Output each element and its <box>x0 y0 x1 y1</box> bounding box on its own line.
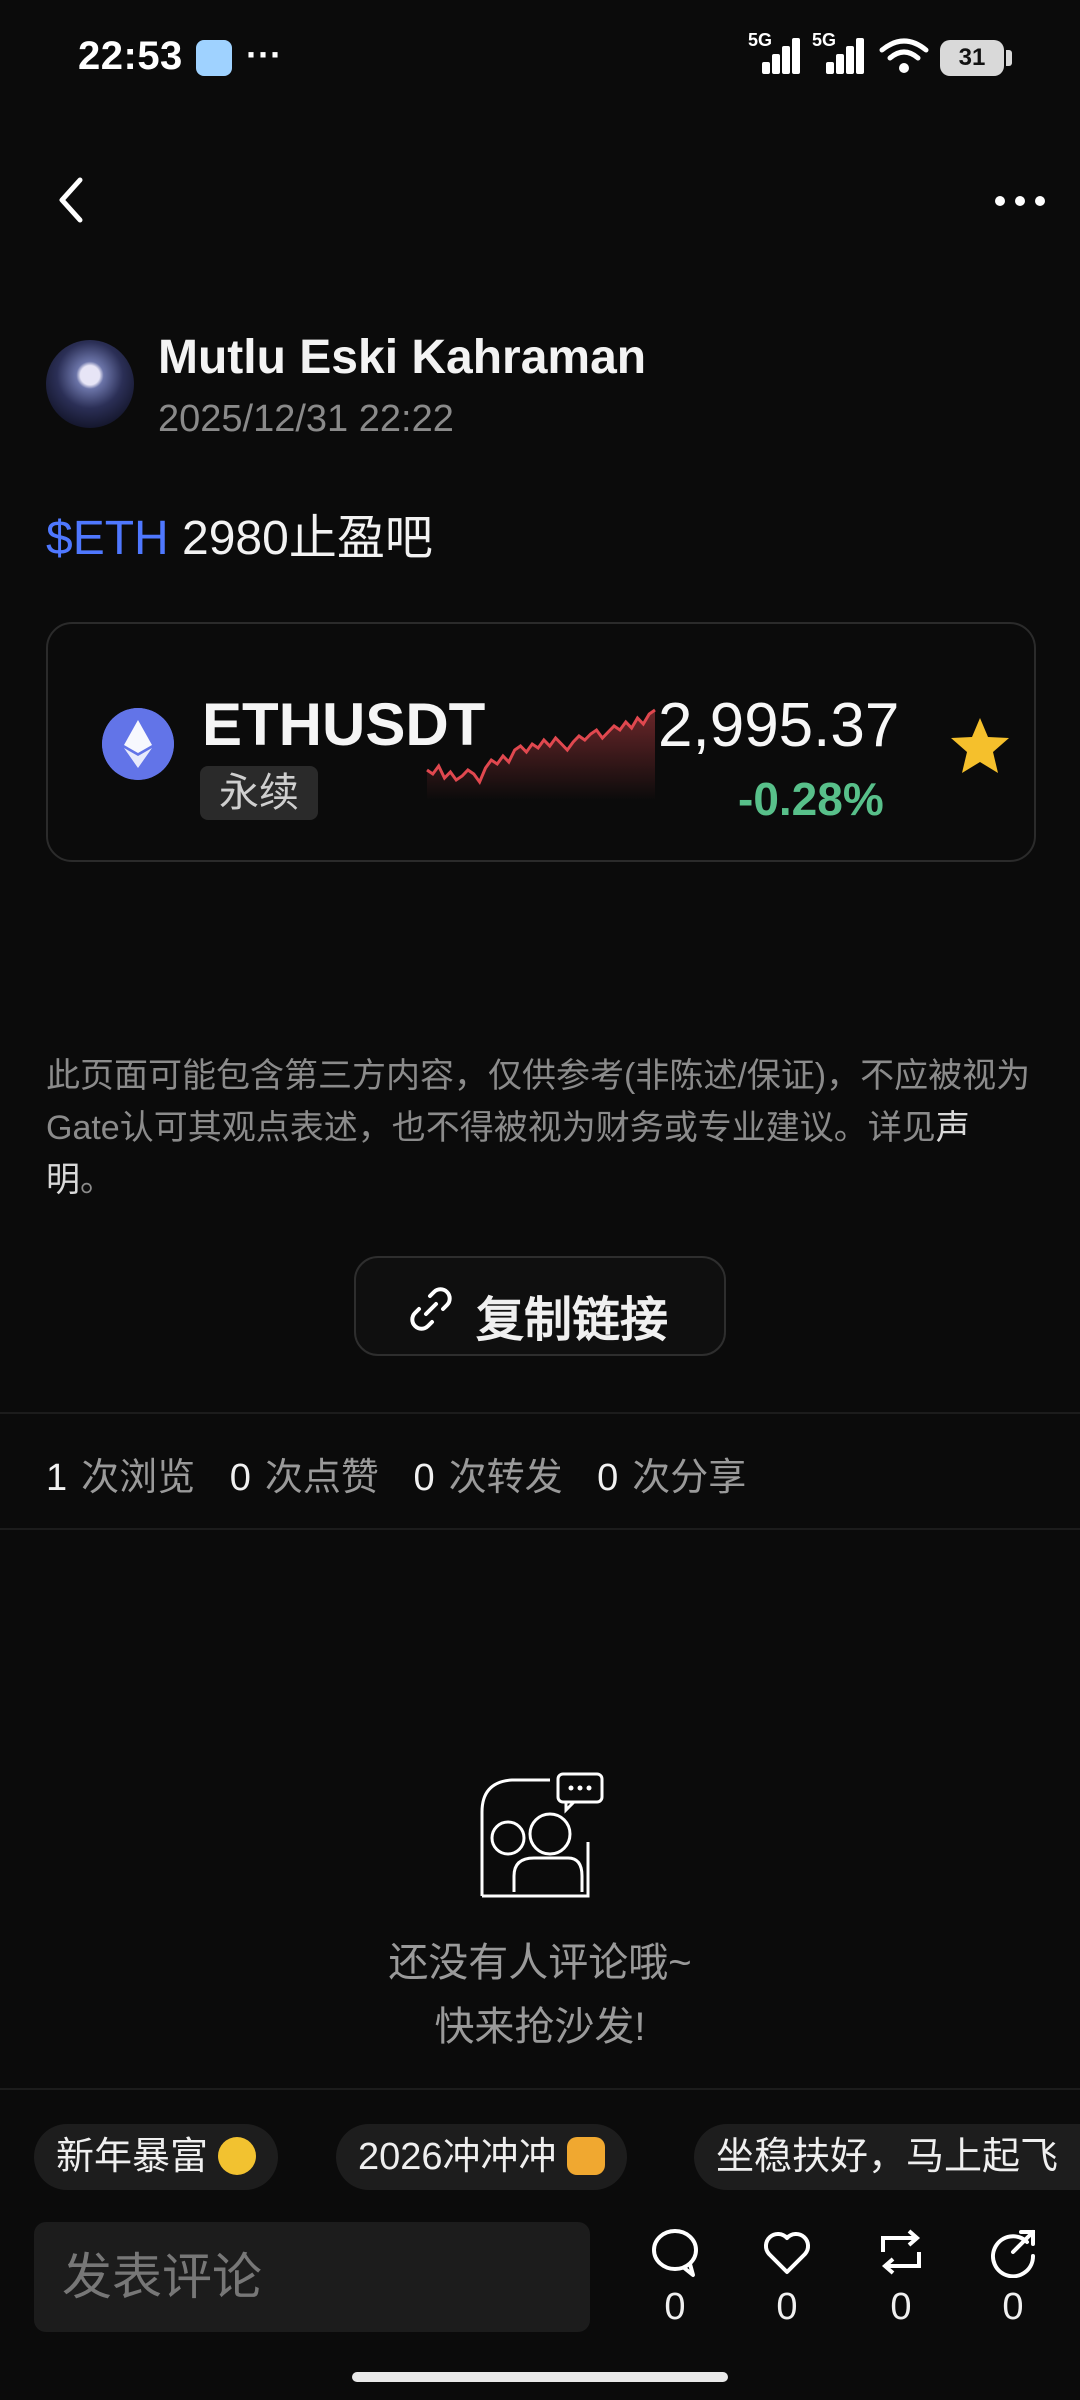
stat-shares: 0 次分享 <box>597 1457 747 1499</box>
signal-icon-1: 5G <box>748 30 800 74</box>
like-action[interactable]: 0 <box>752 2226 822 2336</box>
wifi-icon <box>879 38 929 73</box>
author-name[interactable]: Mutlu Eski Kahraman <box>158 330 646 385</box>
price-sparkline <box>426 708 656 800</box>
ethereum-icon <box>102 708 174 780</box>
quick-reply-chip[interactable]: 新年暴富 <box>34 2124 279 2190</box>
fist-icon <box>566 2137 605 2175</box>
more-options-icon[interactable] <box>990 176 1050 226</box>
comment-action[interactable]: 0 <box>640 2226 710 2336</box>
app-notification-icon <box>196 40 232 76</box>
divider <box>0 1412 1080 1414</box>
stat-views: 1 次浏览 <box>46 1457 196 1499</box>
ticker-tag-link[interactable]: $ETH <box>46 512 169 565</box>
repost-action[interactable]: 0 <box>866 2226 936 2336</box>
ticker-change: -0.28% <box>738 773 884 825</box>
copy-link-button[interactable]: 复制链接 <box>354 1256 726 1356</box>
share-icon <box>991 2230 1036 2278</box>
back-button[interactable] <box>50 170 90 230</box>
stat-reposts: 0 次转发 <box>413 1457 563 1499</box>
empty-comments-text: 还没有人评论哦~ <box>388 1941 692 1985</box>
signal-icon-2: 5G <box>812 30 864 74</box>
quick-reply-chip[interactable]: 坐稳扶好，马上起飞 <box>694 2124 1080 2190</box>
comment-icon <box>652 2229 698 2277</box>
status-bar: 22:53 ··· 5G 5G 31 <box>0 0 1080 120</box>
no-comments-icon <box>480 1772 604 1898</box>
money-face-icon <box>218 2137 257 2175</box>
empty-comments-cta: 快来抢沙发! <box>434 2005 646 2049</box>
disclaimer: 此页面可能包含第三方内容，仅供参考(非陈述/保证)，不应被视为Gate认可其观点… <box>46 1057 1031 1199</box>
battery-icon: 31 <box>940 40 1012 76</box>
post-content: $ETH 2980止盈吧 <box>46 498 433 568</box>
comment-input[interactable] <box>34 2222 590 2332</box>
repost-icon <box>881 2229 921 2275</box>
post-timestamp: 2025/12/31 22:22 <box>158 398 454 440</box>
post-text: 2980止盈吧 <box>168 512 433 565</box>
share-action[interactable]: 0 <box>978 2226 1048 2336</box>
more-notifications-icon: ··· <box>246 34 282 75</box>
link-icon <box>410 1287 452 1331</box>
status-time: 22:53 <box>78 34 183 78</box>
home-indicator <box>352 2372 728 2382</box>
stat-likes: 0 次点赞 <box>229 1457 379 1499</box>
divider <box>0 2088 1080 2090</box>
author-avatar[interactable] <box>46 340 134 428</box>
copy-link-label: 复制链接 <box>476 1294 669 1347</box>
heart-icon <box>763 2231 811 2274</box>
divider <box>0 1528 1080 1530</box>
favorite-star-icon[interactable] <box>948 714 1012 778</box>
contract-type-badge: 永续 <box>200 766 318 820</box>
post-stats: 1 次浏览 0 次点赞 0 次转发 0 次分享 <box>46 1446 770 1501</box>
ticker-price: 2,995.37 <box>658 691 900 760</box>
quick-reply-chip[interactable]: 2026冲冲冲 <box>336 2124 627 2190</box>
